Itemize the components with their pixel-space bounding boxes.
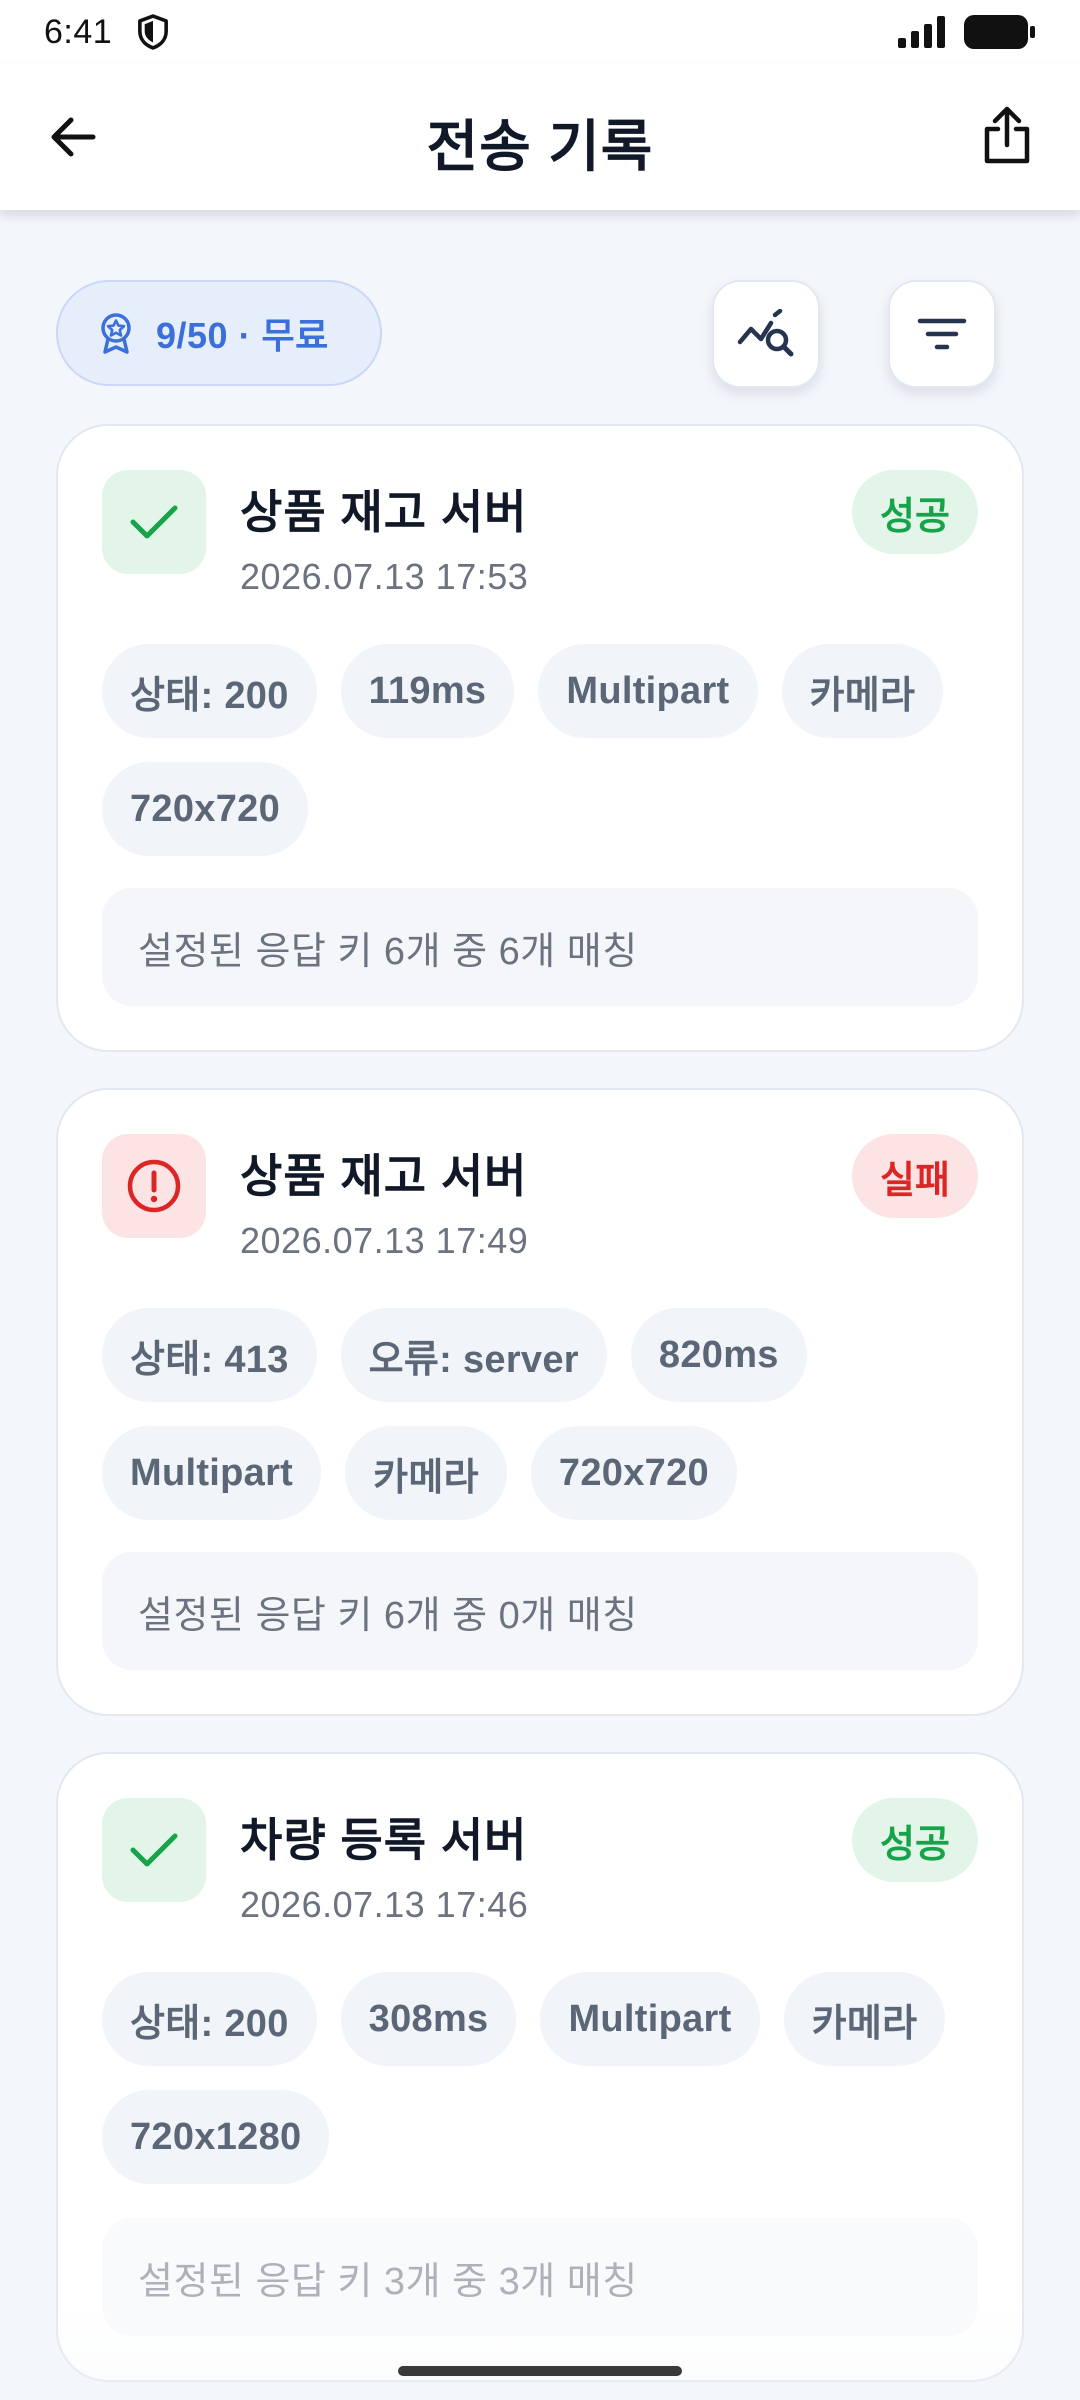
success-status-icon [102,470,206,574]
source-chip: 카메라 [345,1426,507,1520]
record-card[interactable]: 상품 재고 서버 2026.07.13 17:49 실패 상태: 413 오류:… [56,1088,1024,1716]
status-code-chip: 상태: 413 [102,1308,317,1402]
home-indicator[interactable] [398,2366,682,2376]
status-right [898,15,1036,49]
latency-chip: 119ms [340,644,515,738]
result-badge: 성공 [852,1798,978,1882]
key-match-summary: 설정된 응답 키 6개 중 6개 매칭 [102,888,978,1006]
shield-icon [138,14,169,50]
share-icon [984,106,1030,164]
app-bar: 전송 기록 [0,64,1080,210]
check-icon [130,1833,178,1867]
record-timestamp: 2026.07.13 17:49 [240,1220,529,1261]
record-timestamp: 2026.07.13 17:46 [240,1884,529,1925]
resolution-chip: 720x720 [530,1426,737,1520]
award-badge-icon [101,313,131,354]
success-status-icon [102,1798,206,1902]
latency-chip: 308ms [340,1972,517,2066]
filter-icon [917,318,967,350]
status-bar: 6:41 [0,0,1080,64]
plan-usage-badge[interactable]: 9/50 · 무료 [56,280,382,386]
filter-button[interactable] [888,280,996,388]
status-code-chip: 상태: 200 [102,644,317,738]
page-title: 전송 기록 [426,115,654,178]
upload-type-chip: Multipart [540,1972,760,2066]
screen: 6:41 전송 기록 9/50 · 무료 상품 재고 서버 2026.07.13… [0,0,1080,2400]
error-type-chip: 오류: server [340,1308,607,1402]
source-chip: 카메라 [781,644,944,738]
result-badge: 실패 [852,1134,978,1218]
status-time: 6:41 [44,12,113,51]
plan-usage-label: 9/50 · 무료 [156,315,329,356]
result-badge: 성공 [852,470,978,554]
source-chip: 카메라 [783,1972,946,2066]
upload-type-chip: Multipart [538,644,758,738]
alert-circle-icon [127,1159,181,1213]
key-match-summary: 설정된 응답 키 6개 중 0개 매칭 [102,1552,978,1670]
status-code-chip: 상태: 200 [102,1972,317,2066]
check-icon [130,505,178,539]
signal-icon [898,16,945,48]
record-details: 상태: 413 오류: server 820ms Multipart 카메라 7… [102,1308,1002,1520]
resolution-chip: 720x720 [102,762,309,856]
record-title: 상품 재고 서버 [240,1150,528,1202]
key-match-summary: 설정된 응답 키 3개 중 3개 매칭 [102,2218,978,2336]
resolution-chip: 720x1280 [102,2090,330,2184]
record-card[interactable]: 상품 재고 서버 2026.07.13 17:53 성공 상태: 200 119… [56,424,1024,1052]
record-details: 상태: 200 308ms Multipart 카메라 720x1280 [102,1972,1002,2184]
latency-chip: 820ms [630,1308,807,1402]
share-button[interactable] [970,98,1044,172]
record-card[interactable]: 차량 등록 서버 2026.07.13 17:46 성공 상태: 200 308… [56,1752,1024,2382]
record-title: 차량 등록 서버 [240,1814,528,1866]
record-timestamp: 2026.07.13 17:53 [240,556,529,597]
chart-search-icon [737,309,794,357]
battery-icon [964,15,1035,49]
record-title: 상품 재고 서버 [240,486,528,538]
record-details: 상태: 200 119ms Multipart 카메라 720x720 [102,644,1002,856]
error-status-icon [102,1134,206,1238]
analytics-button[interactable] [712,280,820,388]
upload-type-chip: Multipart [102,1426,322,1520]
